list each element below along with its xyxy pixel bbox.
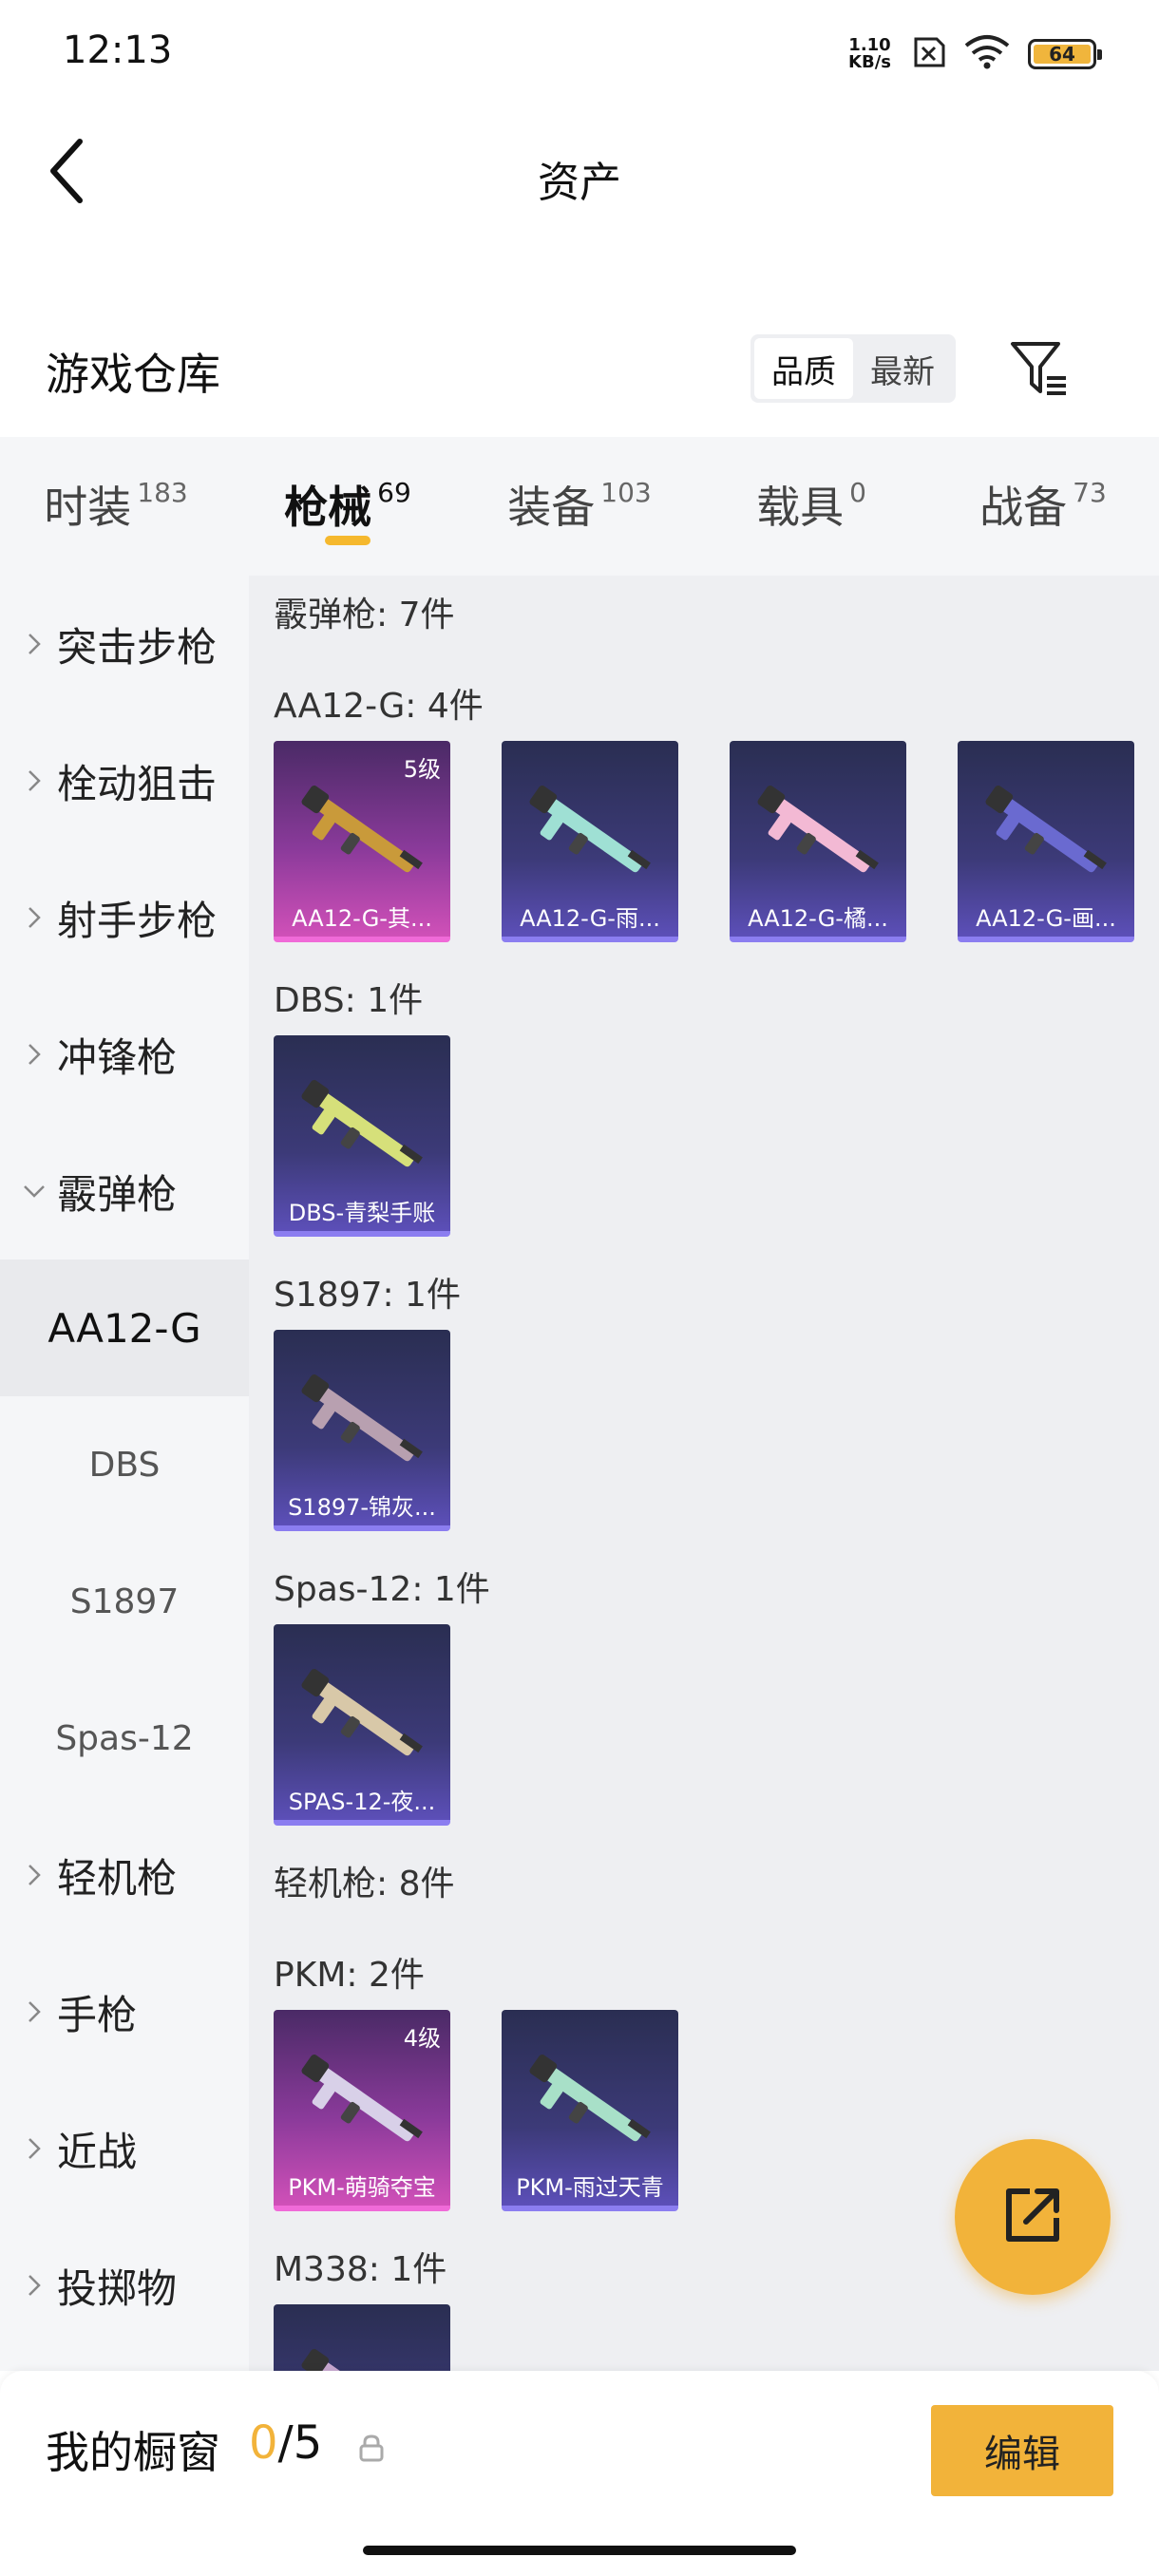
sort-newest-button[interactable]: 最新 — [853, 338, 952, 399]
showcase-count: 0/5 — [249, 2416, 323, 2470]
warehouse-title: 游戏仓库 — [46, 349, 220, 400]
page-title: 资产 — [538, 159, 621, 207]
gun-icon — [749, 775, 887, 893]
weapon-skin-card[interactable]: 5级 AA12-G-其... — [274, 741, 450, 942]
category-tabs: 时装 183 枪械 69 装备 103 载具 0 战备 73 — [0, 437, 1159, 576]
sidebar-item-assault-rifle[interactable]: 突击步枪 — [0, 576, 249, 712]
skin-name: AA12-G-雨... — [520, 905, 660, 932]
sidebar-subitem-spas12[interactable]: Spas-12 — [0, 1670, 249, 1807]
group-label-pkm: PKM: 2件 — [274, 1956, 425, 1995]
tab-supplies[interactable]: 战备 73 — [927, 437, 1159, 576]
sidebar-item-marksman-rifle[interactable]: 射手步枪 — [0, 849, 249, 986]
showcase-title: 我的橱窗 — [46, 2427, 220, 2478]
wifi-icon — [963, 34, 1011, 74]
app-header: 资产 — [0, 106, 1159, 249]
weapon-skin-card[interactable]: AA12-G-画... — [958, 741, 1134, 942]
network-speed: 1.10 KB/s — [848, 35, 891, 72]
filter-button[interactable] — [1005, 336, 1074, 405]
tab-vehicles[interactable]: 载具 0 — [695, 437, 927, 576]
group-label-m338: M338: 1件 — [274, 2250, 447, 2289]
gun-icon — [293, 1364, 431, 1482]
chevron-right-icon — [21, 1043, 48, 1066]
sidebar-item-pistol[interactable]: 手枪 — [0, 1943, 249, 2080]
sidebar-subitem-dbs[interactable]: DBS — [0, 1396, 249, 1533]
chevron-right-icon — [21, 2274, 48, 2297]
weapon-skin-list: 霰弹枪: 7件 AA12-G: 4件 5级 AA12-G-其... AA12-G… — [249, 576, 1159, 2371]
skin-name: PKM-雨过天青 — [516, 2174, 664, 2201]
weapon-skin-card[interactable]: AA12-G-雨... — [502, 741, 678, 942]
status-time: 12:13 — [63, 28, 173, 72]
share-button[interactable] — [955, 2139, 1111, 2295]
skin-name: DBS-青梨手账 — [288, 1200, 436, 1226]
skin-name: AA12-G-其... — [292, 905, 432, 932]
weapon-skin-card[interactable]: PKM-雨过天青 — [502, 2010, 678, 2211]
warehouse-header: 游戏仓库 品质 最新 — [0, 313, 1159, 427]
group-label-spas12: Spas-12: 1件 — [274, 1570, 490, 1609]
gun-icon — [293, 775, 431, 893]
weapon-skin-card[interactable]: 4级 PKM-萌骑夺宝 — [274, 2010, 450, 2211]
no-sim-icon — [908, 36, 946, 72]
tab-firearms[interactable]: 枪械 69 — [232, 437, 464, 576]
gun-icon — [977, 775, 1115, 893]
chevron-right-icon — [21, 633, 48, 655]
sidebar-item-smg[interactable]: 冲锋枪 — [0, 986, 249, 1123]
status-bar: 12:13 1.10 KB/s 64 — [0, 0, 1159, 106]
skin-name: AA12-G-橘... — [748, 905, 888, 932]
weapon-skin-card[interactable]: S1897-锦灰... — [274, 1330, 450, 1531]
chevron-right-icon — [21, 769, 48, 792]
group-label-shotgun: 霰弹枪: 7件 — [274, 596, 455, 635]
chevron-right-icon — [21, 906, 48, 929]
skin-name: SPAS-12-夜... — [288, 1789, 436, 1815]
sidebar-subitem-s1897[interactable]: S1897 — [0, 1533, 249, 1670]
skin-name: PKM-萌骑夺宝 — [288, 2174, 436, 2201]
gun-icon — [293, 1070, 431, 1187]
chevron-right-icon — [21, 2137, 48, 2160]
sidebar-item-melee[interactable]: 近战 — [0, 2080, 249, 2217]
chevron-right-icon — [21, 1864, 48, 1886]
group-label-dbs: DBS: 1件 — [274, 981, 424, 1020]
home-indicator — [363, 2546, 796, 2555]
skin-name: S1897-锦灰... — [288, 1494, 436, 1521]
sidebar-item-shotgun[interactable]: 霰弹枪 — [0, 1123, 249, 1260]
sidebar-subitem-aa12g[interactable]: AA12-G — [0, 1260, 249, 1396]
group-label-lmg: 轻机枪: 8件 — [274, 1865, 455, 1904]
filter-icon — [1009, 338, 1070, 403]
status-icons: 1.10 KB/s 64 — [848, 34, 1102, 74]
battery-icon: 64 — [1028, 39, 1102, 69]
group-label-s1897: S1897: 1件 — [274, 1276, 461, 1315]
weapon-skin-card[interactable]: AA12-G-橘... — [730, 741, 906, 942]
sort-quality-button[interactable]: 品质 — [754, 338, 853, 399]
lock-icon — [359, 2434, 384, 2462]
share-icon — [999, 2182, 1066, 2252]
sort-toggle: 品质 最新 — [750, 334, 956, 403]
tab-fashion[interactable]: 时装 183 — [0, 437, 232, 576]
gun-icon — [293, 1658, 431, 1776]
weapon-skin-card[interactable]: SPAS-12-夜... — [274, 1624, 450, 1826]
chevron-down-icon — [21, 1184, 48, 1198]
gun-icon — [293, 2339, 431, 2371]
tab-equipment[interactable]: 装备 103 — [464, 437, 695, 576]
weapon-skin-card[interactable] — [274, 2304, 450, 2371]
chevron-right-icon — [21, 2000, 48, 2023]
sidebar-item-bolt-sniper[interactable]: 栓动狙击 — [0, 712, 249, 849]
sidebar-item-throwables[interactable]: 投掷物 — [0, 2217, 249, 2354]
skin-name: AA12-G-画... — [976, 905, 1116, 932]
weapon-type-sidebar: 突击步枪 栓动狙击 射手步枪 冲锋枪 霰弹枪 AA12-G DBS S1897 … — [0, 576, 249, 2371]
gun-icon — [521, 2044, 659, 2162]
weapon-skin-card[interactable]: DBS-青梨手账 — [274, 1035, 450, 1237]
edit-button[interactable]: 编辑 — [931, 2405, 1113, 2496]
group-label-aa12g: AA12-G: 4件 — [274, 687, 484, 726]
gun-icon — [293, 2044, 431, 2162]
sidebar-item-lmg[interactable]: 轻机枪 — [0, 1807, 249, 1943]
gun-icon — [521, 775, 659, 893]
